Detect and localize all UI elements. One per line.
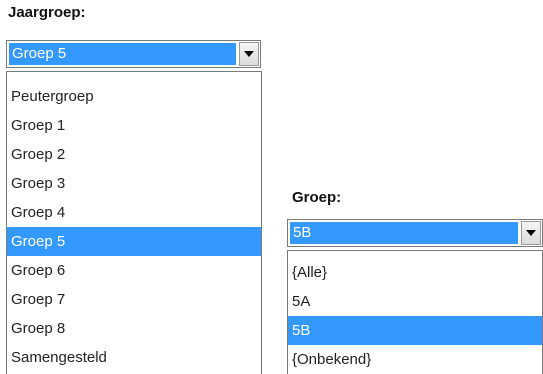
jaargroep-label: Jaargroep: [8, 4, 86, 21]
jaargroep-option[interactable]: Peutergroep [7, 82, 261, 111]
chevron-down-icon [244, 51, 254, 57]
screenshot-stage: Jaargroep: Groep 5 Peutergroep Groep 1 G… [0, 0, 543, 374]
jaargroep-dropdown-button[interactable] [239, 42, 259, 66]
chevron-down-icon [526, 230, 536, 236]
jaargroep-option[interactable]: Groep 7 [7, 285, 261, 314]
jaargroep-option[interactable]: Groep 6 [7, 256, 261, 285]
groep-label: Groep: [292, 189, 342, 206]
jaargroep-combobox[interactable]: Groep 5 [6, 40, 261, 68]
jaargroep-option[interactable]: Groep 4 [7, 198, 261, 227]
jaargroep-selected-value: Groep 5 [9, 43, 236, 65]
groep-combobox[interactable]: 5B [287, 219, 543, 247]
jaargroep-option[interactable]: Samengesteld [7, 343, 261, 372]
jaargroep-option-selected[interactable]: Groep 5 [7, 227, 261, 256]
groep-option[interactable]: {Alle} [288, 258, 542, 287]
groep-dropdown-list: {Alle} 5A 5B {Onbekend} [287, 250, 543, 374]
groep-dropdown-button[interactable] [521, 221, 541, 245]
groep-option[interactable]: {Onbekend} [288, 345, 542, 374]
jaargroep-option[interactable]: Groep 3 [7, 169, 261, 198]
groep-option-selected[interactable]: 5B [288, 316, 542, 345]
groep-selected-value: 5B [290, 222, 518, 244]
groep-option[interactable]: 5A [288, 287, 542, 316]
jaargroep-option[interactable]: Groep 2 [7, 140, 261, 169]
jaargroep-option[interactable]: Groep 8 [7, 314, 261, 343]
jaargroep-option[interactable]: Groep 1 [7, 111, 261, 140]
jaargroep-dropdown-list: Peutergroep Groep 1 Groep 2 Groep 3 Groe… [6, 71, 262, 374]
